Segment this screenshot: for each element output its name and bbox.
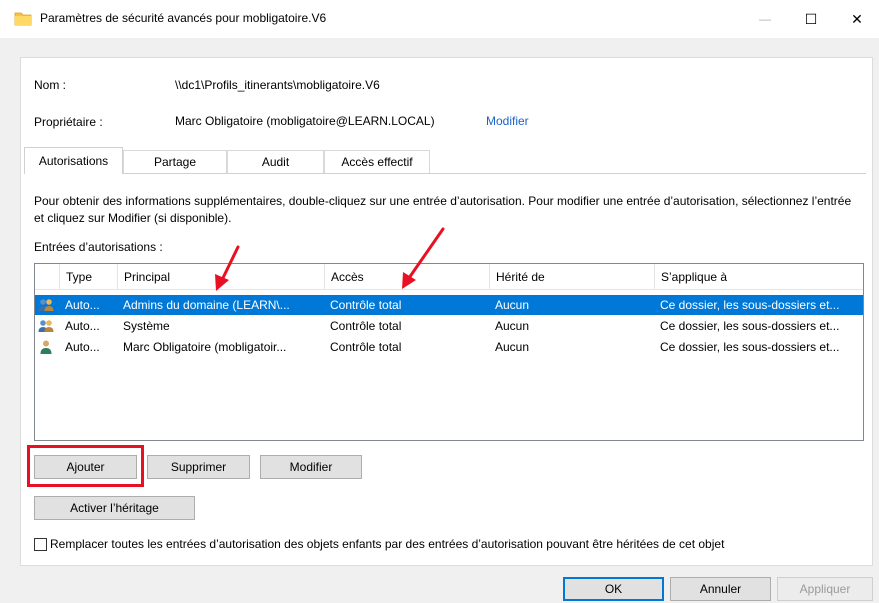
folder-icon	[14, 12, 32, 26]
remove-button[interactable]: Supprimer	[147, 455, 250, 479]
tab-partage[interactable]: Partage	[123, 150, 227, 173]
table-row[interactable]: Auto... Marc Obligatoire (mobligatoir...…	[35, 337, 863, 357]
window-title: Paramètres de sécurité avancés pour mobl…	[40, 11, 327, 25]
name-label: Nom :	[34, 78, 67, 92]
row-principal: Système	[123, 319, 170, 333]
permissions-description: Pour obtenir des informations supplément…	[34, 194, 852, 225]
row-inherited: Aucun	[495, 298, 530, 312]
row-access: Contrôle total	[330, 298, 402, 312]
replace-child-entries-label[interactable]: Remplacer toutes les entrées d’autorisat…	[50, 537, 724, 551]
owner-value: Marc Obligatoire (mobligatoire@LEARN.LOC…	[175, 114, 435, 128]
row-type: Auto...	[65, 319, 100, 333]
row-principal: Marc Obligatoire (mobligatoir...	[123, 340, 287, 354]
entries-label: Entrées d’autorisations :	[34, 240, 163, 254]
user-icon	[40, 340, 52, 354]
tab-divider	[24, 173, 866, 174]
group-users-icon	[38, 299, 54, 311]
title-bar: Paramètres de sécurité avancés pour mobl…	[0, 0, 879, 38]
row-applies: Ce dossier, les sous-dossiers et...	[660, 319, 840, 333]
row-principal: Admins du domaine (LEARN\...	[123, 298, 290, 312]
column-applique-a[interactable]: S’applique à	[654, 264, 863, 290]
close-button[interactable]: ✕	[834, 0, 879, 38]
column-herite-de[interactable]: Hérité de	[489, 264, 655, 290]
maximize-button[interactable]: ☐	[788, 0, 834, 38]
replace-child-entries-checkbox[interactable]	[34, 538, 47, 551]
cancel-button[interactable]: Annuler	[670, 577, 771, 601]
row-applies: Ce dossier, les sous-dossiers et...	[660, 298, 840, 312]
row-inherited: Aucun	[495, 319, 530, 333]
column-acces[interactable]: Accès	[324, 264, 490, 290]
column-type[interactable]: Type	[59, 264, 113, 290]
tab-acces-effectif[interactable]: Accès effectif	[324, 150, 430, 173]
group-users-icon	[38, 320, 54, 332]
row-access: Contrôle total	[330, 319, 402, 333]
enable-inheritance-button[interactable]: Activer l’héritage	[34, 496, 195, 520]
table-header: Type Principal Accès Hérité de S’appliqu…	[35, 264, 863, 290]
row-access: Contrôle total	[330, 340, 402, 354]
row-type: Auto...	[65, 298, 100, 312]
table-row[interactable]: Auto... Admins du domaine (LEARN\... Con…	[35, 295, 863, 315]
row-applies: Ce dossier, les sous-dossiers et...	[660, 340, 840, 354]
tab-autorisations[interactable]: Autorisations	[24, 147, 123, 174]
row-inherited: Aucun	[495, 340, 530, 354]
column-principal[interactable]: Principal	[117, 264, 325, 290]
permission-entries-table[interactable]: Type Principal Accès Hérité de S’appliqu…	[34, 263, 864, 441]
name-value: \\dc1\Profils_itinerants\mobligatoire.V6	[175, 78, 380, 92]
edit-button[interactable]: Modifier	[260, 455, 362, 479]
annotation-highlight-box	[27, 445, 144, 487]
minimize-button[interactable]: —	[742, 0, 788, 38]
tab-audit[interactable]: Audit	[227, 150, 324, 173]
table-row[interactable]: Auto... Système Contrôle total Aucun Ce …	[35, 316, 863, 336]
row-type: Auto...	[65, 340, 100, 354]
ok-button[interactable]: OK	[563, 577, 664, 601]
owner-label: Propriétaire :	[34, 115, 103, 129]
owner-change-link[interactable]: Modifier	[486, 114, 529, 128]
apply-button[interactable]: Appliquer	[777, 577, 873, 601]
